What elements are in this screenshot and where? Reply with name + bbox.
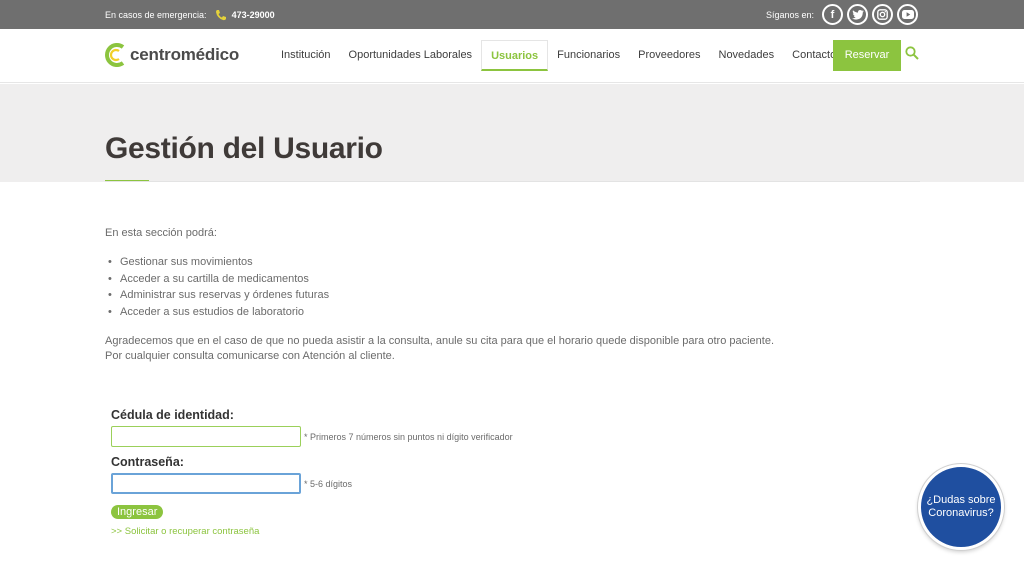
- phone-icon: [215, 9, 227, 21]
- password-label: Contraseña:: [111, 455, 184, 469]
- feature-list: Gestionar sus movimientos Acceder a su c…: [105, 254, 845, 320]
- main-content: En esta sección podrá: Gestionar sus mov…: [105, 225, 845, 364]
- page-hero: Gestión del Usuario: [0, 84, 1024, 182]
- id-hint: * Primeros 7 números sin puntos ni dígit…: [304, 431, 513, 442]
- facebook-icon[interactable]: f: [822, 4, 843, 25]
- coronavirus-badge[interactable]: ¿Dudas sobre Coronavirus?: [918, 464, 1004, 550]
- main-nav: Institución Oportunidades Laborales Usua…: [272, 40, 845, 71]
- logo[interactable]: centromédico: [105, 42, 239, 68]
- twitter-icon[interactable]: [847, 4, 868, 25]
- reserve-button[interactable]: Reservar: [833, 40, 901, 71]
- badge-line-2: Coronavirus?: [928, 507, 994, 519]
- contact-note: Por cualquier consulta comunicarse con A…: [105, 350, 395, 362]
- id-input[interactable]: [111, 426, 301, 447]
- nav-item-novedades[interactable]: Novedades: [710, 40, 784, 71]
- nav-item-oportunidades[interactable]: Oportunidades Laborales: [340, 40, 482, 71]
- social-links: Síganos en: f: [766, 4, 918, 25]
- search-icon[interactable]: [905, 46, 919, 60]
- nav-item-usuarios[interactable]: Usuarios: [481, 40, 549, 71]
- nav-item-institucion[interactable]: Institución: [272, 40, 340, 71]
- password-hint: * 5-6 dígitos: [304, 478, 353, 489]
- emergency-info: En casos de emergencia: 473-29000: [105, 9, 275, 21]
- instagram-icon[interactable]: [872, 4, 893, 25]
- login-button[interactable]: Ingresar: [111, 505, 164, 519]
- top-bar: En casos de emergencia: 473-29000 Sígano…: [0, 0, 1024, 29]
- divider: [105, 181, 920, 182]
- recover-password-link[interactable]: >> Solicitar o recuperar contraseña: [111, 526, 611, 537]
- youtube-icon[interactable]: [897, 4, 918, 25]
- badge-line-1: ¿Dudas sobre: [926, 494, 996, 506]
- list-item: Acceder a su cartilla de medicamentos: [105, 271, 845, 288]
- list-item: Administrar sus reservas y órdenes futur…: [105, 287, 845, 304]
- logo-text: centromédico: [130, 45, 240, 64]
- list-item: Acceder a sus estudios de laboratorio: [105, 304, 845, 321]
- page-title: Gestión del Usuario: [105, 132, 383, 165]
- emergency-label: En casos de emergencia:: [105, 10, 207, 20]
- nav-item-funcionarios[interactable]: Funcionarios: [548, 40, 629, 71]
- intro-text: En esta sección podrá:: [105, 227, 217, 239]
- follow-label: Síganos en:: [765, 9, 814, 20]
- logo-icon: [105, 43, 125, 67]
- password-input[interactable]: [111, 473, 301, 494]
- cancel-note: Agradecemos que en el caso de que no pue…: [105, 335, 775, 347]
- login-form: Cédula de identidad: * Primeros 7 número…: [111, 408, 611, 537]
- emergency-phone[interactable]: 473-29000: [232, 10, 275, 20]
- id-label: Cédula de identidad:: [111, 408, 234, 422]
- site-header: centromédico Institución Oportunidades L…: [0, 29, 1024, 83]
- list-item: Gestionar sus movimientos: [105, 254, 845, 271]
- nav-item-proveedores[interactable]: Proveedores: [629, 40, 709, 71]
- notes: Agradecemos que en el caso de que no pue…: [105, 334, 845, 364]
